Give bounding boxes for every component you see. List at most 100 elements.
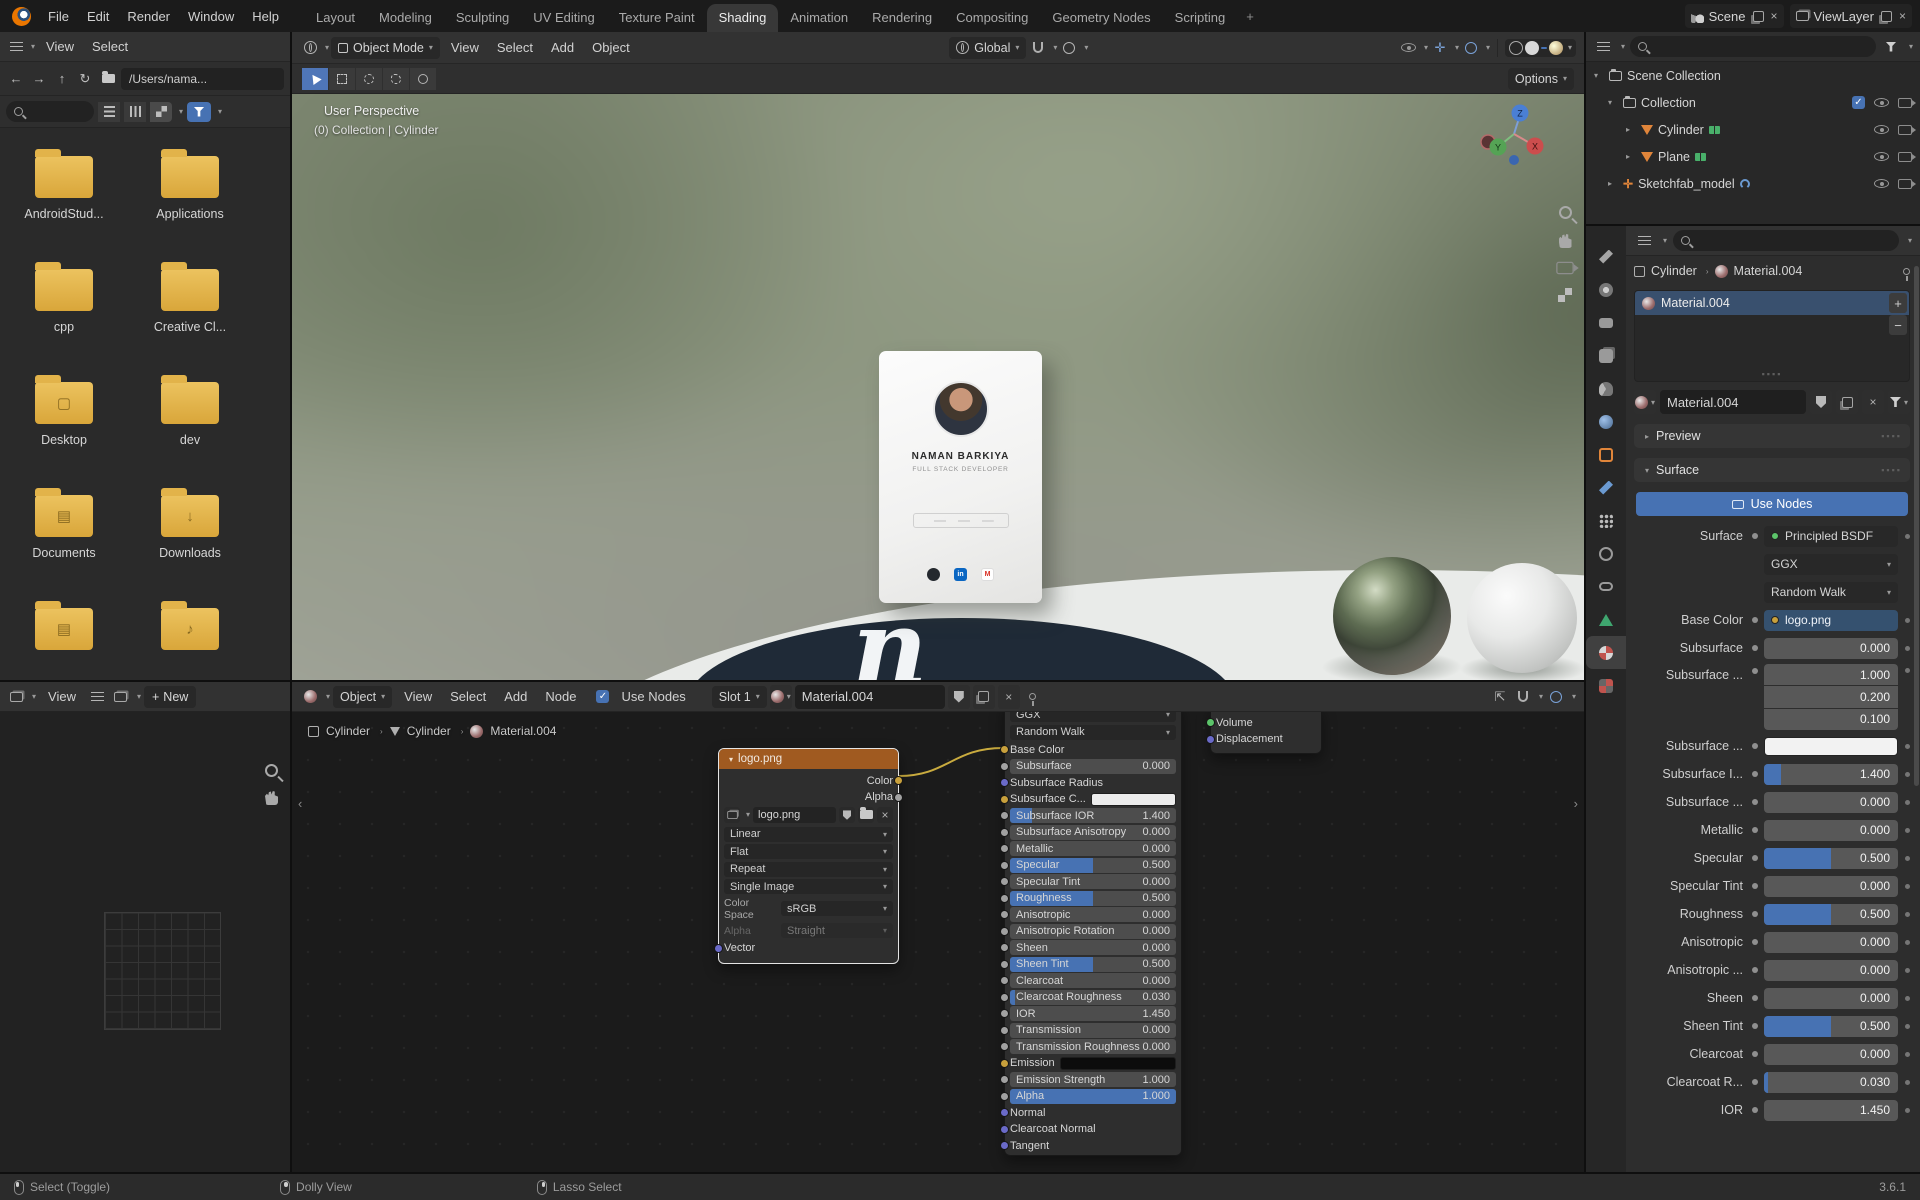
alpha-socket[interactable]: [894, 792, 903, 802]
alpha-mode-dropdown[interactable]: Straight ▾: [781, 923, 893, 938]
resize-grip[interactable]: ▪▪▪▪: [1762, 369, 1783, 379]
menu-icon[interactable]: [88, 687, 108, 707]
node-input-row[interactable]: Anisotropic Anisotropic0.000 Anisotropic: [1000, 907, 1176, 922]
folder-item[interactable]: ↓ Downloads: [134, 487, 246, 600]
menu-item[interactable]: File: [39, 9, 78, 24]
node-input-row[interactable]: Roughness Roughness0.500 Roughness: [1000, 890, 1176, 906]
property-widget[interactable]: 0.000 0.000: [1764, 1043, 1898, 1065]
input-socket[interactable]: [1000, 910, 1009, 919]
render-visibility-icon[interactable]: [1898, 97, 1916, 108]
property-widget[interactable]: 0.500 0.500: [1764, 1015, 1898, 1037]
material-name-field[interactable]: Material.004: [794, 684, 945, 709]
surface-shader-dropdown[interactable]: Principled BSDF: [1764, 525, 1898, 547]
preview-section-header[interactable]: ▸ Preview ▪▪▪▪: [1634, 424, 1910, 448]
menu-item[interactable]: Select: [83, 39, 137, 54]
disclosure-icon[interactable]: ▸: [1608, 179, 1618, 188]
source-dropdown[interactable]: Single Image ▾: [724, 879, 893, 894]
node-input-row[interactable]: Clearcoat Clearcoat0.000 Clearcoat: [1000, 973, 1176, 988]
mode-dropdown[interactable]: Object Mode ▾: [331, 36, 440, 59]
input-socket[interactable]: [1000, 778, 1009, 787]
distribution-dropdown[interactable]: GGX ▾: [1764, 553, 1898, 575]
browse-material-button[interactable]: ▾: [1634, 390, 1656, 414]
volume-input-socket-row[interactable]: Volume: [1206, 715, 1316, 730]
input-socket[interactable]: [1000, 860, 1009, 870]
input-socket[interactable]: [1000, 1091, 1009, 1101]
editor-type-icon[interactable]: [1593, 37, 1613, 57]
input-socket[interactable]: [1000, 811, 1009, 820]
workspace-tab[interactable]: Layout: [304, 4, 367, 32]
back-button[interactable]: ←: [6, 69, 26, 89]
disclosure-icon[interactable]: ▸: [1626, 152, 1636, 161]
workspace-tab[interactable]: Texture Paint: [607, 4, 707, 32]
slot-dropdown[interactable]: Slot 1 ▾: [711, 685, 767, 708]
visibility-dropdown[interactable]: [1399, 38, 1419, 58]
pan-hand-icon[interactable]: [1558, 234, 1572, 248]
input-socket[interactable]: [1000, 745, 1009, 754]
properties-tab[interactable]: [1586, 537, 1626, 570]
properties-tab[interactable]: [1586, 339, 1626, 372]
properties-search-input[interactable]: [1673, 230, 1899, 251]
collection-checkbox[interactable]: ✓: [1852, 96, 1865, 109]
node-input-row[interactable]: Sheen Sheen0.000 Sheen: [1000, 940, 1176, 955]
node-input-row[interactable]: Clearcoat Roughness Clearcoat Roughness0…: [1000, 989, 1176, 1005]
hide-eye-icon[interactable]: [1874, 152, 1889, 161]
folder-item[interactable]: ▤: [8, 600, 120, 680]
browse-image-button[interactable]: [724, 806, 740, 823]
color-space-dropdown[interactable]: sRGB ▾: [781, 901, 893, 916]
display-size-dropdown[interactable]: ▾: [179, 107, 183, 116]
property-widget[interactable]: 0.000 0.000: [1764, 637, 1898, 659]
gizmos-dropdown[interactable]: ✛: [1430, 38, 1450, 58]
node-input-row[interactable]: Specular Specular0.500 Specular: [1000, 857, 1176, 873]
workspace-tab[interactable]: Modeling: [367, 4, 444, 32]
folder-item[interactable]: cpp: [8, 261, 120, 374]
property-widget[interactable]: 0.000 0.000: [1764, 791, 1898, 813]
node-input-row[interactable]: Subsurface IOR Subsurface IOR1.400 Subsu…: [1000, 808, 1176, 823]
node-input-row[interactable]: Transmission Roughness Transmission Roug…: [1000, 1039, 1176, 1054]
up-button[interactable]: ↑: [52, 69, 72, 89]
options-dropdown[interactable]: Options ▾: [1507, 67, 1574, 90]
add-slot-button[interactable]: +: [1889, 293, 1907, 313]
input-socket[interactable]: [1000, 1075, 1009, 1084]
fake-user-shield-button[interactable]: [947, 684, 970, 709]
subsurface-method-dropdown[interactable]: Random Walk ▾: [1764, 581, 1898, 603]
menu-item[interactable]: Add: [495, 689, 536, 704]
shading-wireframe-button[interactable]: [1508, 40, 1523, 55]
snap-magnet-toggle[interactable]: [1028, 38, 1048, 58]
node-input-row[interactable]: Base Color Base Color Base Color: [1000, 742, 1176, 757]
shading-rendered-button[interactable]: [1548, 40, 1563, 55]
material-slot-list[interactable]: Material.004 + − ▪▪▪▪: [1634, 290, 1910, 382]
workspace-tab[interactable]: Rendering: [860, 4, 944, 32]
input-socket[interactable]: [1000, 926, 1009, 936]
node-input-row[interactable]: Subsurface Subsurface0.000 Subsurface: [1000, 758, 1176, 774]
material-name-field[interactable]: Material.004: [1660, 390, 1806, 414]
shading-solid-button[interactable]: [1524, 40, 1539, 55]
input-socket[interactable]: [1000, 893, 1009, 903]
input-socket[interactable]: [1000, 959, 1009, 969]
zoom-icon[interactable]: [1558, 206, 1572, 219]
menu-item[interactable]: Node: [536, 689, 585, 704]
snap-target-dropdown[interactable]: ▾: [1053, 43, 1057, 52]
properties-tab[interactable]: [1586, 570, 1626, 603]
properties-tab[interactable]: [1586, 636, 1626, 669]
editor-type-icon[interactable]: [6, 687, 26, 707]
shading-dropdown[interactable]: ▾: [1568, 43, 1572, 52]
select-box-tool-button[interactable]: [329, 67, 355, 90]
editor-type-icon[interactable]: [300, 38, 320, 58]
overlays-toggle[interactable]: [1546, 687, 1566, 707]
property-widget[interactable]: [1764, 736, 1898, 757]
display-mode-list-button[interactable]: [98, 101, 120, 122]
property-widget[interactable]: 0.000 0.000: [1764, 819, 1898, 841]
unlink-material-button[interactable]: ×: [1862, 390, 1884, 414]
unlink-material-button[interactable]: ×: [997, 684, 1020, 709]
node-input-row[interactable]: Emission Strength Emission Strength1.000…: [1000, 1072, 1176, 1087]
menu-item[interactable]: Add: [542, 40, 583, 55]
hide-eye-icon[interactable]: [1874, 179, 1889, 188]
snap-magnet-toggle[interactable]: [1513, 687, 1533, 707]
material-slot-item[interactable]: Material.004: [1635, 291, 1909, 315]
menu-item[interactable]: Select: [488, 40, 542, 55]
copy-material-button[interactable]: [1836, 390, 1858, 414]
select-circle-tool-button[interactable]: [356, 67, 382, 90]
navigation-gizmo[interactable]: Z Y X: [1480, 102, 1550, 171]
use-nodes-checkbox[interactable]: ✓: [596, 690, 610, 703]
node-input-row[interactable]: Subsurface Radius Subsurface Radius Subs…: [1000, 775, 1176, 790]
